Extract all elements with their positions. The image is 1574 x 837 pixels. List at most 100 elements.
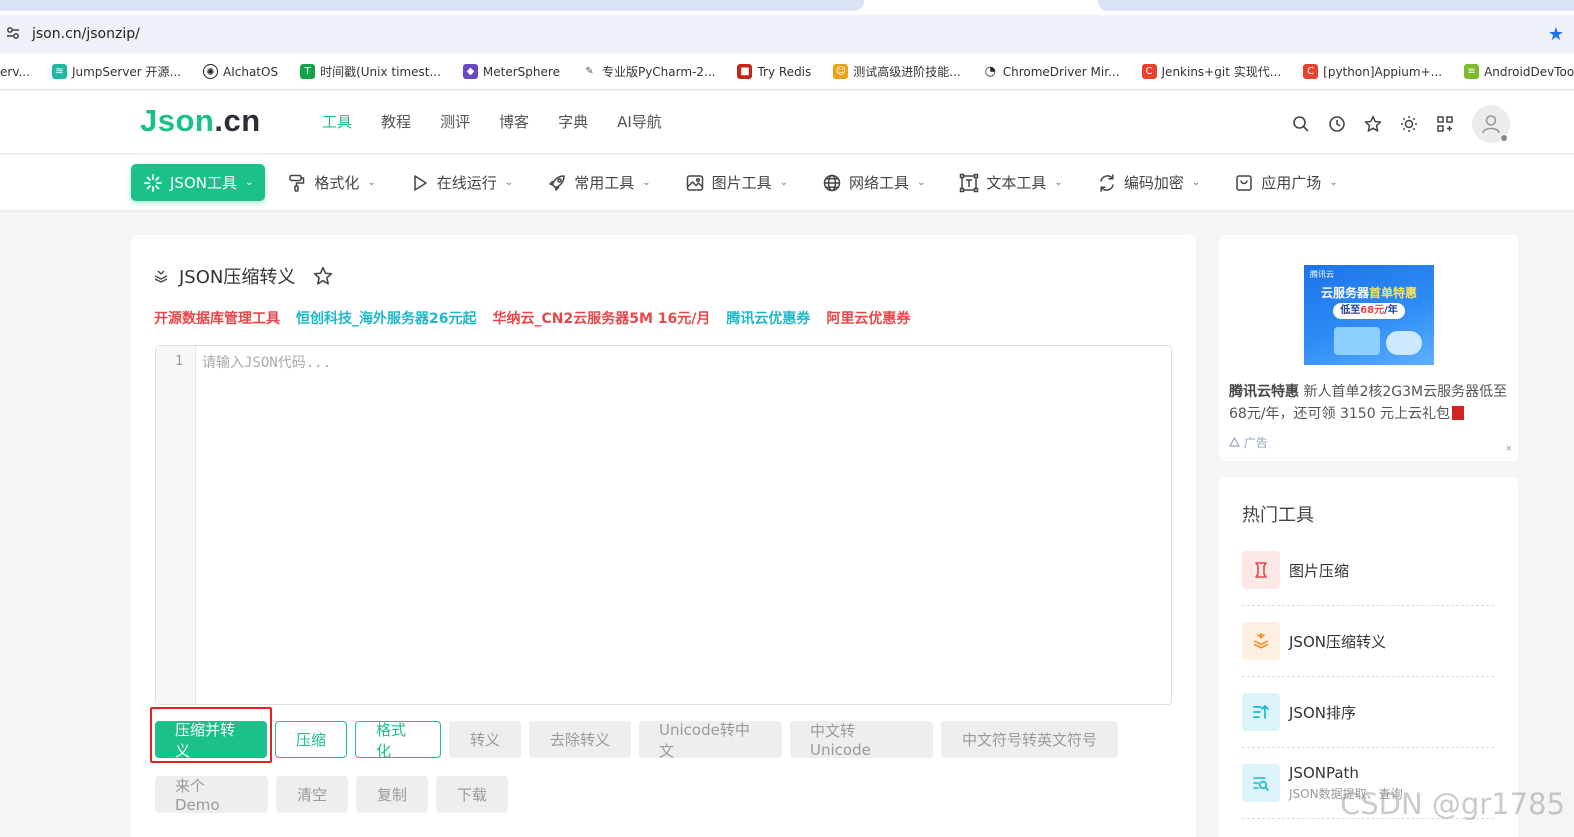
category-encode-encrypt[interactable]: 编码加密 ⌄	[1083, 164, 1214, 201]
promo-link[interactable]: 腾讯云优惠券	[726, 308, 810, 328]
app-store-icon	[1236, 174, 1252, 191]
bookmark-item[interactable]: ✺ AIchatOS	[203, 64, 278, 79]
ad-label: 广告	[1228, 434, 1268, 451]
copy-button[interactable]: 复制	[356, 776, 428, 813]
site-header: Json.cn 工具 教程 测评 博客 字典 AI导航	[0, 91, 1574, 154]
clear-button[interactable]: 清空	[276, 776, 348, 813]
category-label: 格式化	[314, 174, 360, 192]
cn-symbol-to-en-button[interactable]: 中文符号转英文符号	[941, 721, 1118, 758]
bookmark-item[interactable]: ≋ JumpServer 开源...	[51, 63, 181, 80]
compress-button[interactable]: 压缩	[275, 721, 347, 758]
pycharm-icon: ✎	[581, 64, 597, 79]
nav-review[interactable]: 测评	[440, 111, 470, 132]
ad-banner-image[interactable]: 腾讯云 云服务器首单特惠 低至68元/年	[1304, 265, 1434, 365]
unicode-to-chinese-button[interactable]: Unicode转中文	[639, 721, 782, 760]
category-app-store[interactable]: 应用广场 ⌄	[1220, 164, 1351, 201]
bookmark-item[interactable]: T 时间戳(Unix timest...	[300, 63, 441, 80]
nav-tools[interactable]: 工具	[322, 111, 352, 132]
line-number-gutter: 1	[156, 346, 196, 704]
escape-button[interactable]: 转义	[449, 721, 521, 758]
category-label: 常用工具	[574, 174, 635, 192]
category-text-tools[interactable]: 文本工具 ⌄	[945, 164, 1076, 201]
image-compress-icon	[1242, 551, 1280, 589]
category-label: JSON工具	[170, 174, 237, 192]
favorite-star-icon[interactable]	[1362, 113, 1384, 135]
browser-tab[interactable]	[1098, 0, 1574, 11]
logo-part-json: Json	[140, 103, 215, 138]
category-image-tools[interactable]: 图片工具 ⌄	[671, 164, 802, 201]
hot-tool-name: JSONPath	[1289, 764, 1359, 782]
favorite-star-icon[interactable]	[313, 266, 333, 286]
category-json-tools[interactable]: JSON工具 ⌄	[131, 164, 266, 201]
hot-tools-title: 热门工具	[1242, 505, 1314, 526]
search-list-icon	[1242, 764, 1280, 802]
ad-headline-highlight: 首单特惠	[1369, 286, 1418, 300]
hot-tool-item[interactable]: 图片压缩	[1242, 535, 1494, 606]
close-icon[interactable]: ×	[1506, 443, 1512, 455]
download-button[interactable]: 下载	[436, 776, 508, 813]
category-nav: JSON工具 ⌄ 格式化 ⌄ 在线运行 ⌄ 常用工具 ⌄ 图片工具 ⌄ 网络工具 ⌄ 文本工…	[0, 155, 1574, 211]
editor-placeholder: 请输入JSON代码...	[202, 355, 332, 371]
category-format[interactable]: 格式化 ⌄	[273, 164, 389, 201]
hot-tool-item[interactable]: JSON排序	[1242, 677, 1494, 748]
bookmark-item[interactable]: ◔ ChromeDriver Mir...	[982, 64, 1120, 79]
ad-headline-part: 云服务器	[1320, 286, 1369, 300]
utility-buttons: 来个Demo 清空 复制 下载	[155, 776, 516, 814]
category-network-tools[interactable]: 网络工具 ⌄	[808, 164, 939, 201]
redis-icon: ■	[737, 64, 753, 79]
theme-sun-icon[interactable]	[1398, 113, 1420, 135]
hot-tools-panel: 热门工具 图片压缩 JSON压缩转义 JSON排序 JSONPath JSON数据…	[1219, 477, 1518, 837]
browser-tab[interactable]	[0, 0, 864, 11]
bookmark-item[interactable]: C [python]Appium+...	[1303, 64, 1442, 79]
nav-dictionary[interactable]: 字典	[558, 111, 588, 132]
hot-tool-name: JSON排序	[1289, 703, 1356, 722]
category-run-online[interactable]: 在线运行 ⌄	[396, 164, 527, 201]
site-logo[interactable]: Json.cn	[140, 103, 261, 139]
gift-icon	[1452, 406, 1465, 420]
ad-description[interactable]: 腾讯云特惠 新人首单2核2G3M云服务器低至68元/年，还可领 3150 元上云…	[1229, 381, 1511, 425]
nav-tutorial[interactable]: 教程	[381, 111, 411, 132]
category-common-tools[interactable]: 常用工具 ⌄	[533, 164, 664, 201]
bookmark-item[interactable]: ≡ AndroidDevTools...	[1464, 64, 1574, 79]
play-icon	[414, 174, 427, 191]
bookmark-item[interactable]: ✎ 专业版PyCharm-2...	[581, 63, 715, 80]
hot-tool-item[interactable]: JSON压缩转义	[1242, 606, 1494, 677]
ad-card[interactable]: 腾讯云 云服务器首单特惠 低至68元/年 腾讯云特惠 新人首单2核2G3M云服务…	[1219, 235, 1518, 461]
bookmark-item[interactable]: ◆ MeterSphere	[462, 64, 560, 79]
promo-link[interactable]: 恒创科技_海外服务器26元起	[296, 308, 476, 328]
compress-escape-button[interactable]: 压缩并转义	[155, 721, 267, 760]
category-label: 在线运行	[436, 174, 497, 192]
status-dot	[1500, 134, 1508, 142]
bookmark-item[interactable]: ■ Try Redis	[737, 64, 811, 79]
nav-blog[interactable]: 博客	[499, 111, 529, 132]
csdn-icon: C	[1141, 64, 1157, 79]
chinese-to-unicode-button[interactable]: 中文转Unicode	[790, 721, 933, 759]
address-bar[interactable]: json.cn/jsonzip/ ★	[0, 16, 1574, 52]
promo-link[interactable]: 阿里云优惠券	[826, 308, 910, 328]
category-label: 应用广场	[1261, 174, 1322, 192]
grid-apps-icon[interactable]	[1434, 113, 1456, 135]
json-input-editor[interactable]: 1 请输入JSON代码...	[155, 345, 1172, 705]
unescape-button[interactable]: 去除转义	[529, 721, 631, 758]
site-settings-icon[interactable]	[0, 25, 26, 44]
ad-brand: 腾讯云	[1310, 270, 1334, 279]
bookmark-item[interactable]: C Jenkins+git 实现代...	[1141, 63, 1281, 80]
chevron-down-icon: ⌄	[642, 177, 651, 188]
history-icon[interactable]	[1326, 113, 1348, 135]
user-avatar[interactable]	[1472, 105, 1510, 143]
promo-link[interactable]: 华纳云_CN2云服务器5M 16元/月	[492, 308, 710, 328]
bookmark-item[interactable]: erv...	[0, 65, 30, 79]
bookmark-label: ChromeDriver Mir...	[1002, 64, 1120, 79]
format-button[interactable]: 格式化	[355, 721, 441, 760]
demo-button[interactable]: 来个Demo	[155, 776, 268, 814]
bookmark-item[interactable]: ☺ 测试高级进阶技能...	[833, 63, 961, 80]
chevron-down-icon: ⌄	[1329, 177, 1338, 188]
rocket-icon	[549, 174, 565, 191]
header-actions	[1290, 105, 1510, 143]
bookmark-label: 测试高级进阶技能...	[853, 65, 961, 79]
url-text[interactable]: json.cn/jsonzip/	[32, 26, 140, 42]
bookmark-star-icon[interactable]: ★	[1548, 24, 1564, 45]
nav-ai-guide[interactable]: AI导航	[617, 111, 662, 132]
search-icon[interactable]	[1290, 113, 1312, 135]
promo-link[interactable]: 开源数据库管理工具	[154, 308, 280, 328]
